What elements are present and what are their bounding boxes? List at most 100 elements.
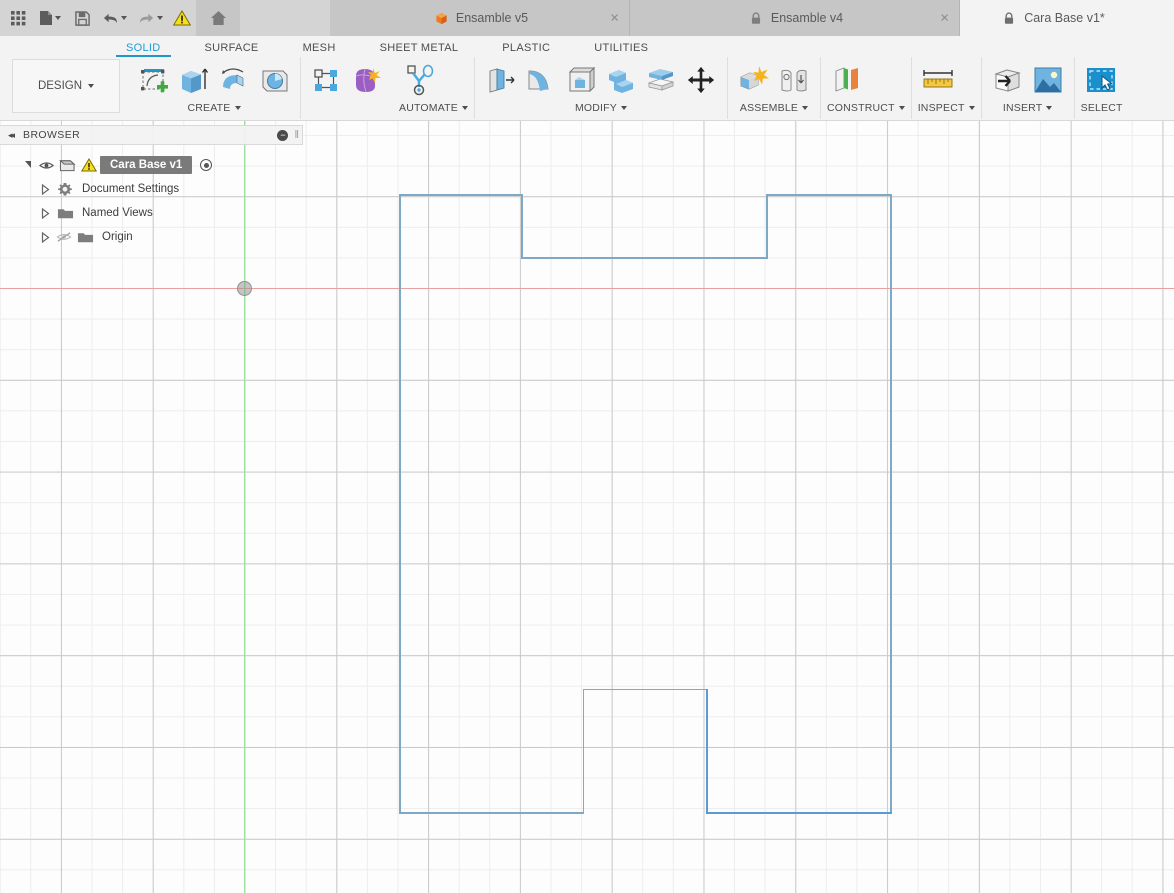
- press-pull-icon[interactable]: [481, 59, 521, 101]
- tree-item-document-settings[interactable]: Document Settings: [0, 177, 303, 201]
- radio-icon[interactable]: [200, 159, 212, 171]
- browser-panel: ◂◂ BROWSER − ‖: [0, 125, 303, 249]
- chevron-down-icon[interactable]: [1046, 106, 1052, 110]
- ribbon-group-label: INSERT: [988, 101, 1068, 115]
- extrude-icon[interactable]: [174, 59, 214, 101]
- combine-icon[interactable]: [601, 59, 641, 101]
- document-tab-label: Cara Base v1*: [1024, 11, 1105, 25]
- tree-item-origin[interactable]: Origin: [0, 225, 303, 249]
- eye-hidden-icon[interactable]: [54, 231, 74, 243]
- chevron-down-icon[interactable]: [462, 106, 468, 110]
- ribbon-group-label: CONSTRUCT: [827, 101, 905, 115]
- new-component-icon[interactable]: [734, 59, 774, 101]
- ribbon-group-label-empty: [307, 101, 387, 115]
- insert-canvas-icon[interactable]: [1028, 59, 1068, 101]
- ribbon-group-create: CREATE: [128, 57, 301, 119]
- sketch-line-bottom-right[interactable]: [706, 812, 892, 814]
- undo-icon[interactable]: [96, 3, 132, 33]
- sketch-line-right-outer[interactable]: [890, 194, 892, 814]
- redo-icon[interactable]: [132, 3, 168, 33]
- resize-grip-icon[interactable]: ‖: [294, 129, 298, 141]
- measure-icon[interactable]: [918, 59, 958, 101]
- ribbon-group-assemble: ASSEMBLE: [728, 57, 821, 119]
- select-icon[interactable]: [1081, 59, 1121, 101]
- ribbon-group-inspect: INSPECT: [912, 57, 982, 119]
- grid-apps-icon[interactable]: [4, 3, 32, 33]
- chevron-down-icon[interactable]: [235, 106, 241, 110]
- automate-icon[interactable]: [399, 59, 439, 101]
- sketch-line-tab-right[interactable]: [706, 689, 708, 814]
- file-dropdown-caret-icon[interactable]: [55, 16, 61, 20]
- warning-icon[interactable]: [168, 3, 196, 33]
- pattern-icon[interactable]: [307, 59, 347, 101]
- collapse-icon[interactable]: ◂◂: [8, 130, 13, 141]
- sketch-line-bottom-left[interactable]: [399, 812, 584, 814]
- eye-icon[interactable]: [36, 160, 56, 171]
- sweep-icon[interactable]: [254, 59, 294, 101]
- offset-plane-icon[interactable]: [827, 59, 867, 101]
- ribbon-group-label: MODIFY: [481, 101, 721, 115]
- document-tab-cara-base-v1[interactable]: Cara Base v1*: [960, 0, 1174, 36]
- ribbon-group-select: SELECT: [1075, 57, 1129, 119]
- workspace-selector-button[interactable]: DESIGN: [12, 59, 120, 113]
- ribbon-tab-plastic[interactable]: PLASTIC: [502, 42, 550, 57]
- warning-icon: [78, 158, 100, 172]
- minimize-icon[interactable]: −: [277, 130, 288, 141]
- fusion360-window: Ensamble v5 × Ensamble v4 ×: [0, 0, 1174, 893]
- home-icon[interactable]: [196, 0, 240, 36]
- folder-icon: [74, 230, 96, 244]
- chevron-down-icon[interactable]: [621, 106, 627, 110]
- ribbon-tab-mesh[interactable]: MESH: [303, 42, 336, 57]
- document-tab-ensamble-v5[interactable]: Ensamble v5 ×: [330, 0, 630, 36]
- ribbon-group-label: SELECT: [1081, 101, 1123, 115]
- ribbon-tab-surface[interactable]: SURFACE: [205, 42, 259, 57]
- sketch-line-notch-left[interactable]: [521, 194, 523, 259]
- title-bar: Ensamble v5 × Ensamble v4 ×: [0, 0, 1174, 36]
- gear-icon: [54, 181, 76, 197]
- ribbon-tab-sheet-metal[interactable]: SHEET METAL: [380, 42, 459, 57]
- expand-collapse-icon[interactable]: [18, 162, 36, 169]
- document-tab-ensamble-v4[interactable]: Ensamble v4 ×: [630, 0, 960, 36]
- form-icon[interactable]: [347, 59, 387, 101]
- tree-item-label: Origin: [96, 229, 139, 245]
- tree-item-label: Cara Base v1: [100, 156, 192, 174]
- ribbon-group-label: ASSEMBLE: [734, 101, 814, 115]
- ribbon-tab-solid[interactable]: SOLID: [126, 42, 161, 57]
- sketch-line-top-right[interactable]: [766, 194, 892, 196]
- close-icon[interactable]: ×: [610, 11, 619, 26]
- tree-item-named-views[interactable]: Named Views: [0, 201, 303, 225]
- expand-collapse-icon[interactable]: [36, 208, 54, 219]
- lock-icon: [750, 12, 763, 25]
- shell-icon[interactable]: [561, 59, 601, 101]
- document-tabs: Ensamble v5 × Ensamble v4 ×: [240, 0, 1174, 36]
- create-sketch-icon[interactable]: [134, 59, 174, 101]
- revolve-icon[interactable]: [214, 59, 254, 101]
- chevron-down-icon[interactable]: [969, 106, 975, 110]
- ribbon-tab-utilities[interactable]: UTILITIES: [594, 42, 648, 57]
- close-icon[interactable]: ×: [940, 11, 949, 26]
- split-face-icon[interactable]: [641, 59, 681, 101]
- quick-access-toolbar: [0, 0, 240, 36]
- sketch-line-notch-bottom[interactable]: [521, 257, 767, 259]
- chevron-down-icon[interactable]: [802, 106, 808, 110]
- tree-item-cara-base-v1[interactable]: Cara Base v1: [0, 153, 303, 177]
- undo-dropdown-caret-icon[interactable]: [121, 16, 127, 20]
- document-tab-label: Ensamble v5: [456, 11, 528, 25]
- redo-dropdown-caret-icon[interactable]: [157, 16, 163, 20]
- save-icon[interactable]: [68, 3, 96, 33]
- sketch-line-notch-right[interactable]: [766, 194, 768, 259]
- ribbon-tab-strip: SOLID SURFACE MESH SHEET METAL PLASTIC U…: [0, 36, 1174, 57]
- origin-marker[interactable]: [237, 281, 252, 296]
- sketch-line-tab-left[interactable]: [583, 689, 584, 814]
- expand-collapse-icon[interactable]: [36, 184, 54, 195]
- chevron-down-icon[interactable]: [899, 106, 905, 110]
- sketch-line-left-outer[interactable]: [399, 194, 401, 814]
- expand-collapse-icon[interactable]: [36, 232, 54, 243]
- sketch-line-tab-top[interactable]: [583, 689, 707, 690]
- fillet-icon[interactable]: [521, 59, 561, 101]
- joint-icon[interactable]: [774, 59, 814, 101]
- move-copy-icon[interactable]: [681, 59, 721, 101]
- sketch-line-top-left[interactable]: [399, 194, 523, 196]
- file-icon[interactable]: [32, 3, 68, 33]
- insert-derive-icon[interactable]: [988, 59, 1028, 101]
